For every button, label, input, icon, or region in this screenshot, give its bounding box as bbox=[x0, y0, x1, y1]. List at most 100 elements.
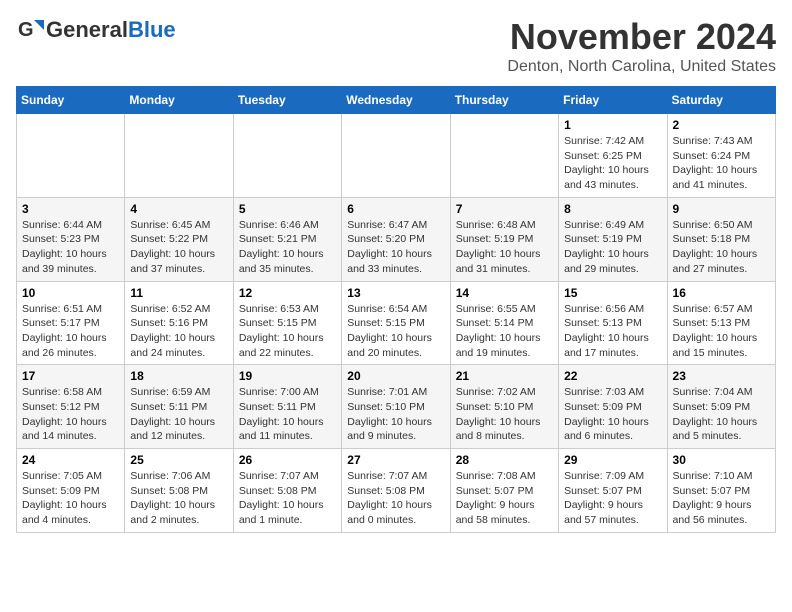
day-info: Sunrise: 7:02 AM Sunset: 5:10 PM Dayligh… bbox=[456, 385, 553, 444]
day-number: 14 bbox=[456, 286, 553, 300]
day-number: 7 bbox=[456, 202, 553, 216]
day-number: 21 bbox=[456, 369, 553, 383]
calendar-cell: 19 Sunrise: 7:00 AM Sunset: 5:11 PM Dayli… bbox=[233, 365, 341, 449]
calendar-cell: 16 Sunrise: 6:57 AM Sunset: 5:13 PM Dayli… bbox=[667, 281, 775, 365]
calendar-cell: 3Sunrise: 6:44 AM Sunset: 5:23 PM Daylig… bbox=[17, 197, 125, 281]
calendar-day-header: Wednesday bbox=[342, 87, 450, 114]
day-info: Sunrise: 6:59 AM Sunset: 5:11 PM Dayligh… bbox=[130, 385, 227, 444]
day-number: 17 bbox=[22, 369, 119, 383]
calendar-cell: 6Sunrise: 6:47 AM Sunset: 5:20 PM Daylig… bbox=[342, 197, 450, 281]
day-number: 1 bbox=[564, 118, 661, 132]
day-number: 28 bbox=[456, 453, 553, 467]
calendar-week-row: 3Sunrise: 6:44 AM Sunset: 5:23 PM Daylig… bbox=[17, 197, 776, 281]
day-number: 9 bbox=[673, 202, 770, 216]
title-block: November 2024 Denton, North Carolina, Un… bbox=[507, 16, 776, 76]
day-info: Sunrise: 6:58 AM Sunset: 5:12 PM Dayligh… bbox=[22, 385, 119, 444]
day-number: 23 bbox=[673, 369, 770, 383]
day-info: Sunrise: 7:03 AM Sunset: 5:09 PM Dayligh… bbox=[564, 385, 661, 444]
calendar-cell: 20Sunrise: 7:01 AM Sunset: 5:10 PM Dayli… bbox=[342, 365, 450, 449]
logo-icon: G bbox=[16, 16, 44, 44]
day-info: Sunrise: 6:46 AM Sunset: 5:21 PM Dayligh… bbox=[239, 218, 336, 277]
calendar-cell: 7 Sunrise: 6:48 AM Sunset: 5:19 PM Daylig… bbox=[450, 197, 558, 281]
calendar-cell: 12 Sunrise: 6:53 AM Sunset: 5:15 PM Dayli… bbox=[233, 281, 341, 365]
calendar-cell bbox=[450, 114, 558, 198]
calendar-cell bbox=[17, 114, 125, 198]
logo: G GeneralBlue bbox=[16, 16, 176, 44]
day-info: Sunrise: 6:44 AM Sunset: 5:23 PM Dayligh… bbox=[22, 218, 119, 277]
calendar-cell: 10Sunrise: 6:51 AM Sunset: 5:17 PM Dayli… bbox=[17, 281, 125, 365]
day-info: Sunrise: 7:42 AM Sunset: 6:25 PM Dayligh… bbox=[564, 134, 661, 193]
day-info: Sunrise: 7:04 AM Sunset: 5:09 PM Dayligh… bbox=[673, 385, 770, 444]
page-header: G GeneralBlue November 2024 Denton, Nort… bbox=[16, 16, 776, 76]
calendar-cell bbox=[342, 114, 450, 198]
day-number: 27 bbox=[347, 453, 444, 467]
day-info: Sunrise: 6:48 AM Sunset: 5:19 PM Dayligh… bbox=[456, 218, 553, 277]
calendar-week-row: 17 Sunrise: 6:58 AM Sunset: 5:12 PM Dayli… bbox=[17, 365, 776, 449]
month-title: November 2024 bbox=[507, 16, 776, 58]
day-number: 19 bbox=[239, 369, 336, 383]
day-number: 5 bbox=[239, 202, 336, 216]
calendar-cell: 4Sunrise: 6:45 AM Sunset: 5:22 PM Daylig… bbox=[125, 197, 233, 281]
calendar-cell: 1 Sunrise: 7:42 AM Sunset: 6:25 PM Daylig… bbox=[559, 114, 667, 198]
calendar-cell: 21 Sunrise: 7:02 AM Sunset: 5:10 PM Dayli… bbox=[450, 365, 558, 449]
day-number: 2 bbox=[673, 118, 770, 132]
day-number: 11 bbox=[130, 286, 227, 300]
day-number: 10 bbox=[22, 286, 119, 300]
calendar-cell: 14Sunrise: 6:55 AM Sunset: 5:14 PM Dayli… bbox=[450, 281, 558, 365]
day-info: Sunrise: 6:47 AM Sunset: 5:20 PM Dayligh… bbox=[347, 218, 444, 277]
day-info: Sunrise: 7:10 AM Sunset: 5:07 PM Dayligh… bbox=[673, 469, 770, 528]
day-number: 16 bbox=[673, 286, 770, 300]
day-info: Sunrise: 7:07 AM Sunset: 5:08 PM Dayligh… bbox=[347, 469, 444, 528]
day-info: Sunrise: 7:09 AM Sunset: 5:07 PM Dayligh… bbox=[564, 469, 661, 528]
day-info: Sunrise: 7:05 AM Sunset: 5:09 PM Dayligh… bbox=[22, 469, 119, 528]
calendar-week-row: 1 Sunrise: 7:42 AM Sunset: 6:25 PM Daylig… bbox=[17, 114, 776, 198]
svg-text:G: G bbox=[18, 19, 34, 41]
calendar-day-header: Saturday bbox=[667, 87, 775, 114]
day-info: Sunrise: 6:54 AM Sunset: 5:15 PM Dayligh… bbox=[347, 302, 444, 361]
day-info: Sunrise: 6:49 AM Sunset: 5:19 PM Dayligh… bbox=[564, 218, 661, 277]
calendar-table: SundayMondayTuesdayWednesdayThursdayFrid… bbox=[16, 86, 776, 533]
day-number: 22 bbox=[564, 369, 661, 383]
day-number: 26 bbox=[239, 453, 336, 467]
day-info: Sunrise: 6:52 AM Sunset: 5:16 PM Dayligh… bbox=[130, 302, 227, 361]
location: Denton, North Carolina, United States bbox=[507, 58, 776, 76]
calendar-body: 1 Sunrise: 7:42 AM Sunset: 6:25 PM Daylig… bbox=[17, 114, 776, 533]
day-info: Sunrise: 7:00 AM Sunset: 5:11 PM Dayligh… bbox=[239, 385, 336, 444]
calendar-cell: 8 Sunrise: 6:49 AM Sunset: 5:19 PM Daylig… bbox=[559, 197, 667, 281]
calendar-cell bbox=[233, 114, 341, 198]
calendar-cell: 22 Sunrise: 7:03 AM Sunset: 5:09 PM Dayli… bbox=[559, 365, 667, 449]
day-number: 24 bbox=[22, 453, 119, 467]
calendar-day-header: Monday bbox=[125, 87, 233, 114]
calendar-cell: 2Sunrise: 7:43 AM Sunset: 6:24 PM Daylig… bbox=[667, 114, 775, 198]
day-number: 12 bbox=[239, 286, 336, 300]
day-number: 29 bbox=[564, 453, 661, 467]
calendar-cell: 29 Sunrise: 7:09 AM Sunset: 5:07 PM Dayli… bbox=[559, 449, 667, 533]
logo-general-text: General bbox=[46, 17, 128, 43]
calendar-cell: 30 Sunrise: 7:10 AM Sunset: 5:07 PM Dayli… bbox=[667, 449, 775, 533]
calendar-cell: 17 Sunrise: 6:58 AM Sunset: 5:12 PM Dayli… bbox=[17, 365, 125, 449]
calendar-cell bbox=[125, 114, 233, 198]
day-number: 30 bbox=[673, 453, 770, 467]
day-info: Sunrise: 6:53 AM Sunset: 5:15 PM Dayligh… bbox=[239, 302, 336, 361]
day-number: 13 bbox=[347, 286, 444, 300]
calendar-cell: 13 Sunrise: 6:54 AM Sunset: 5:15 PM Dayli… bbox=[342, 281, 450, 365]
calendar-cell: 11 Sunrise: 6:52 AM Sunset: 5:16 PM Dayli… bbox=[125, 281, 233, 365]
calendar-cell: 5 Sunrise: 6:46 AM Sunset: 5:21 PM Daylig… bbox=[233, 197, 341, 281]
day-number: 15 bbox=[564, 286, 661, 300]
calendar-cell: 24 Sunrise: 7:05 AM Sunset: 5:09 PM Dayli… bbox=[17, 449, 125, 533]
calendar-cell: 27 Sunrise: 7:07 AM Sunset: 5:08 PM Dayli… bbox=[342, 449, 450, 533]
calendar-day-header: Thursday bbox=[450, 87, 558, 114]
day-info: Sunrise: 6:50 AM Sunset: 5:18 PM Dayligh… bbox=[673, 218, 770, 277]
calendar-cell: 18 Sunrise: 6:59 AM Sunset: 5:11 PM Dayli… bbox=[125, 365, 233, 449]
calendar-week-row: 24 Sunrise: 7:05 AM Sunset: 5:09 PM Dayli… bbox=[17, 449, 776, 533]
calendar-week-row: 10Sunrise: 6:51 AM Sunset: 5:17 PM Dayli… bbox=[17, 281, 776, 365]
calendar-cell: 26 Sunrise: 7:07 AM Sunset: 5:08 PM Dayli… bbox=[233, 449, 341, 533]
calendar-cell: 9 Sunrise: 6:50 AM Sunset: 5:18 PM Daylig… bbox=[667, 197, 775, 281]
logo-blue-text: Blue bbox=[128, 17, 176, 43]
day-info: Sunrise: 6:56 AM Sunset: 5:13 PM Dayligh… bbox=[564, 302, 661, 361]
day-number: 18 bbox=[130, 369, 227, 383]
day-info: Sunrise: 6:57 AM Sunset: 5:13 PM Dayligh… bbox=[673, 302, 770, 361]
calendar-day-header: Tuesday bbox=[233, 87, 341, 114]
day-info: Sunrise: 7:07 AM Sunset: 5:08 PM Dayligh… bbox=[239, 469, 336, 528]
day-number: 8 bbox=[564, 202, 661, 216]
